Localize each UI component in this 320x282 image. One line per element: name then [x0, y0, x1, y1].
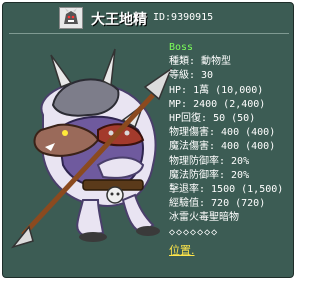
stat-magic-damage: 魔法傷害: 400 (400) — [169, 141, 276, 153]
header-divider — [9, 33, 289, 34]
monster-id: ID:9390915 — [153, 12, 214, 23]
stat-physical-defense: 物理防御率: 20% — [169, 155, 250, 167]
stat-knockback: 擊退率: 1500 (1,500) — [169, 184, 284, 196]
goblin-king-sprite — [3, 35, 183, 275]
location-link[interactable]: 位置. — [169, 244, 293, 258]
boss-tag: Boss — [169, 42, 194, 53]
element-indicators: ◇◇◇◇◇◇◇ — [169, 226, 219, 238]
stat-mp: MP: 2400 (2,400) — [169, 98, 266, 110]
stat-level: 等級: 30 — [169, 70, 214, 82]
panel-header: 大王地精 ID:9390915 — [3, 3, 295, 33]
monster-stats: Boss 種類: 動物型 等級: 30 HP: 1萬 (10,000) MP: … — [169, 41, 293, 258]
stat-magic-defense: 魔法防御率: 20% — [169, 169, 250, 181]
goblin-king-avatar-icon — [59, 7, 83, 29]
stat-type: 種類: 動物型 — [169, 56, 232, 68]
stat-hp-recovery: HP回復: 50 (50) — [169, 113, 256, 125]
stat-hp: HP: 1萬 (10,000) — [169, 84, 264, 96]
monster-info-panel: 大王地精 ID:9390915 Boss 種類: 動物型 等級: 30 HP: … — [2, 2, 294, 278]
element-labels: 冰雷火毒聖暗物 — [169, 212, 239, 224]
stat-exp: 經驗值: 720 (720) — [169, 198, 266, 210]
monster-name: 大王地精 — [91, 12, 147, 28]
stat-physical-damage: 物理傷害: 400 (400) — [169, 127, 276, 139]
